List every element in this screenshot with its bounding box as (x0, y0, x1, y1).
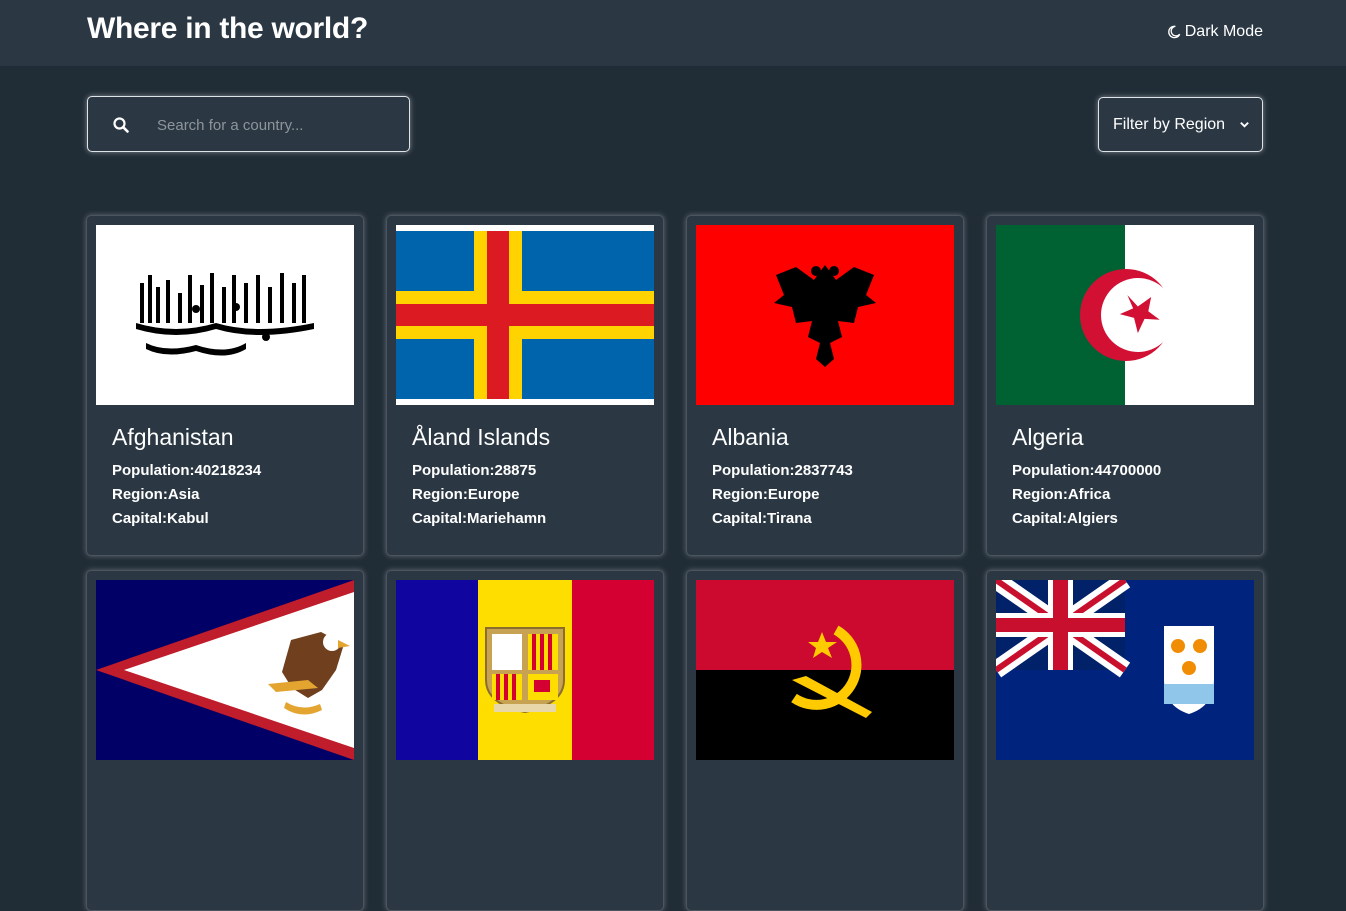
country-population: Population:40218234 (112, 462, 262, 479)
anguilla-flag (996, 580, 1254, 760)
region-filter-select[interactable]: Filter by Region (1098, 97, 1263, 152)
country-name: Algeria (1012, 424, 1084, 450)
andorra-flag (396, 580, 654, 760)
country-card[interactable]: Algeria Population:44700000 Region:Afric… (986, 215, 1264, 556)
country-capital: Capital:Tirana (712, 510, 812, 527)
country-card[interactable]: Åland Islands Population:28875 Region:Eu… (386, 215, 664, 556)
country-capital: Capital:Mariehamn (412, 510, 547, 527)
country-capital: Capital:Algiers (1012, 510, 1118, 527)
angola-flag (696, 580, 954, 760)
country-name: Albania (712, 424, 789, 450)
country-capital: Capital:Kabul (112, 510, 209, 527)
country-population: Population:28875 (412, 462, 537, 479)
moon-icon (1167, 25, 1181, 39)
american-samoa-flag (96, 580, 354, 760)
country-region: Region:Europe (712, 486, 820, 503)
dark-mode-label: Dark Mode (1184, 23, 1263, 40)
region-filter-label: Filter by Region (1113, 116, 1226, 133)
country-card[interactable]: Afghanistan Population:40218234 Region:A… (86, 215, 364, 556)
albania-flag (696, 225, 954, 405)
country-region: Region:Europe (412, 486, 520, 503)
country-population: Population:44700000 (1012, 462, 1162, 479)
country-region: Region:Asia (112, 486, 200, 503)
aland-islands-flag (396, 225, 654, 405)
country-name: Åland Islands (412, 424, 551, 450)
country-card[interactable]: Albania Population:2837743 Region:Europe… (686, 215, 964, 556)
country-population: Population:2837743 (712, 462, 853, 479)
afghanistan-flag (96, 225, 354, 405)
country-region: Region:Africa (1012, 486, 1111, 503)
dark-mode-toggle[interactable]: Dark Mode (1167, 23, 1263, 41)
chevron-down-icon (1240, 122, 1249, 128)
app-header: Where in the world? Dark Mode (0, 0, 1346, 66)
algeria-flag (996, 225, 1254, 405)
search-icon (113, 117, 129, 133)
search-box[interactable] (87, 96, 410, 152)
country-name: Afghanistan (112, 424, 234, 450)
page-title: Where in the world? (87, 12, 368, 45)
search-input[interactable] (157, 113, 387, 137)
